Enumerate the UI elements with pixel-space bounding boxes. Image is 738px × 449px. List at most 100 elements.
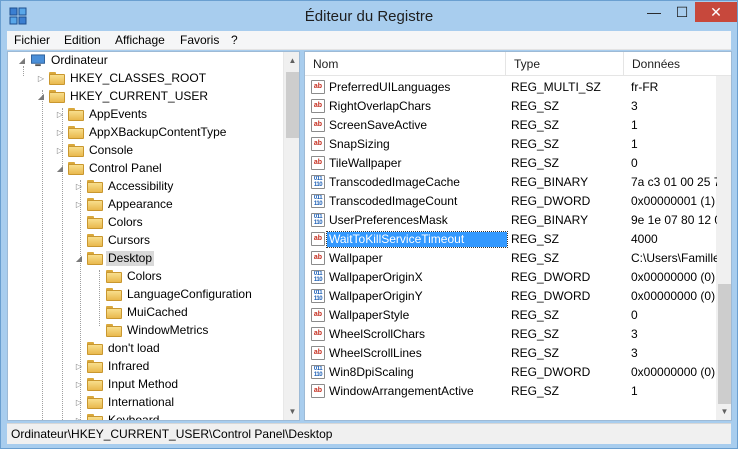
expand-arrow-icon[interactable]: ▷ <box>37 74 45 83</box>
value-row[interactable]: ab WheelScrollLines REG_SZ 3 <box>305 344 717 363</box>
tree-item[interactable]: ▷ Console <box>8 142 282 160</box>
tree-item-label[interactable]: Colors <box>125 269 164 284</box>
expand-arrow-icon[interactable]: ▷ <box>75 362 83 371</box>
tree-item-label[interactable]: Input Method <box>106 377 180 392</box>
value-name[interactable]: TranscodedImageCount <box>327 194 507 209</box>
tree-item[interactable]: ▷ Appearance <box>8 196 282 214</box>
value-name[interactable]: TileWallpaper <box>327 156 507 171</box>
tree-item[interactable]: LanguageConfiguration <box>8 286 282 304</box>
tree-item[interactable]: ▷ Input Method <box>8 376 282 394</box>
value-name[interactable]: WindowArrangementActive <box>327 384 507 399</box>
tree-item[interactable]: ◢ Desktop <box>8 250 282 268</box>
value-name[interactable]: WheelScrollChars <box>327 327 507 342</box>
value-row[interactable]: ab Wallpaper REG_SZ C:\Users\Famille <box>305 249 717 268</box>
tree-item-label[interactable]: Desktop <box>106 251 155 266</box>
menu-help[interactable]: ? <box>231 33 238 47</box>
tree-item-label[interactable]: HKEY_CURRENT_USER <box>68 89 210 104</box>
value-row[interactable]: ab WallpaperStyle REG_SZ 0 <box>305 306 717 325</box>
tree-item-label[interactable]: MuiCached <box>125 305 190 320</box>
tree-item-label[interactable]: International <box>106 395 176 410</box>
value-row[interactable]: 011 110 TranscodedImageCache REG_BINARY 7a … <box>305 173 717 192</box>
value-name[interactable]: WallpaperStyle <box>327 308 507 323</box>
tree-item[interactable]: ▷ International <box>8 394 282 412</box>
value-name[interactable]: TranscodedImageCache <box>327 175 507 190</box>
tree-item-label[interactable]: Accessibility <box>106 179 175 194</box>
maximize-button[interactable]: ☐ <box>669 2 695 22</box>
tree-scroll-thumb[interactable] <box>286 72 299 138</box>
expand-arrow-icon[interactable]: ▷ <box>75 380 83 389</box>
close-button[interactable]: ✕ <box>695 2 737 22</box>
tree-item-label[interactable]: Console <box>87 143 135 158</box>
value-row[interactable]: ab WindowArrangementActive REG_SZ 1 <box>305 382 717 401</box>
tree-item-label[interactable]: WindowMetrics <box>125 323 210 338</box>
tree-item-label[interactable]: Ordinateur <box>49 53 110 68</box>
expand-arrow-icon[interactable]: ▷ <box>56 110 64 119</box>
value-row[interactable]: ab RightOverlapChars REG_SZ 3 <box>305 97 717 116</box>
tree-item-label[interactable]: HKEY_CLASSES_ROOT <box>68 71 208 86</box>
tree-item[interactable]: don't load <box>8 340 282 358</box>
value-row[interactable]: 011 110 Win8DpiScaling REG_DWORD 0x00000000… <box>305 363 717 382</box>
scroll-down-arrow-icon[interactable]: ▼ <box>716 403 731 420</box>
tree-item-label[interactable]: Keyboard <box>106 413 161 420</box>
expand-arrow-icon[interactable]: ▷ <box>75 200 83 209</box>
key-tree-pane[interactable]: ▲ ▼ ◢ Ordinateur ▷ HKEY_CLASSES_ROOT ◢ HKEY_C… <box>7 51 300 421</box>
list-scroll-thumb[interactable] <box>718 284 731 404</box>
menu-edition[interactable]: Edition <box>64 33 101 47</box>
tree-item[interactable]: MuiCached <box>8 304 282 322</box>
tree-item[interactable]: ◢ HKEY_CURRENT_USER <box>8 88 282 106</box>
value-name[interactable]: WaitToKillServiceTimeout <box>326 231 508 248</box>
tree-item[interactable]: ▷ Infrared <box>8 358 282 376</box>
tree-item-label[interactable]: LanguageConfiguration <box>125 287 254 302</box>
tree-item-label[interactable]: AppEvents <box>87 107 149 122</box>
value-name[interactable]: Win8DpiScaling <box>327 365 507 380</box>
expand-arrow-icon[interactable]: ▷ <box>75 398 83 407</box>
value-name[interactable]: PreferredUILanguages <box>327 80 507 95</box>
tree-item[interactable]: ▷ Accessibility <box>8 178 282 196</box>
value-name[interactable]: ScreenSaveActive <box>327 118 507 133</box>
menu-fichier[interactable]: Fichier <box>14 33 50 47</box>
value-name[interactable]: RightOverlapChars <box>327 99 507 114</box>
collapse-arrow-icon[interactable]: ◢ <box>56 164 64 173</box>
tree-item[interactable]: ▷ AppEvents <box>8 106 282 124</box>
tree-item-label[interactable]: AppXBackupContentType <box>87 125 228 140</box>
value-name[interactable]: SnapSizing <box>327 137 507 152</box>
tree-item[interactable]: ▷ Keyboard <box>8 412 282 420</box>
tree-item-label[interactable]: Colors <box>106 215 145 230</box>
collapse-arrow-icon[interactable]: ◢ <box>75 254 83 263</box>
value-row[interactable]: ab WaitToKillServiceTimeout REG_SZ 4000 <box>305 230 717 249</box>
tree-item[interactable]: ◢ Ordinateur <box>8 52 282 70</box>
column-header-name[interactable]: Nom <box>305 52 506 76</box>
value-row[interactable]: ab SnapSizing REG_SZ 1 <box>305 135 717 154</box>
tree-item-label[interactable]: Control Panel <box>87 161 164 176</box>
collapse-arrow-icon[interactable]: ◢ <box>18 56 26 65</box>
tree-item[interactable]: ◢ Control Panel <box>8 160 282 178</box>
scroll-down-arrow-icon[interactable]: ▼ <box>284 403 299 420</box>
value-row[interactable]: ab WheelScrollChars REG_SZ 3 <box>305 325 717 344</box>
tree-item[interactable]: ▷ AppXBackupContentType <box>8 124 282 142</box>
value-row[interactable]: 011 110 TranscodedImageCount REG_DWORD 0x00… <box>305 192 717 211</box>
expand-arrow-icon[interactable]: ▷ <box>75 416 83 420</box>
expand-arrow-icon[interactable]: ▷ <box>75 182 83 191</box>
menu-favoris[interactable]: Favoris <box>180 33 219 47</box>
value-name[interactable]: WallpaperOriginY <box>327 289 507 304</box>
tree-item[interactable]: ▷ HKEY_CLASSES_ROOT <box>8 70 282 88</box>
expand-arrow-icon[interactable]: ▷ <box>56 128 64 137</box>
tree-item-label[interactable]: don't load <box>106 341 162 356</box>
value-name[interactable]: Wallpaper <box>327 251 507 266</box>
value-row[interactable]: 011 110 UserPreferencesMask REG_BINARY 9e 1… <box>305 211 717 230</box>
menu-affichage[interactable]: Affichage <box>115 33 165 47</box>
column-header-type[interactable]: Type <box>506 52 624 76</box>
tree-item-label[interactable]: Appearance <box>106 197 175 212</box>
minimize-button[interactable]: — <box>641 2 667 22</box>
value-name[interactable]: UserPreferencesMask <box>327 213 507 228</box>
value-row[interactable]: ab ScreenSaveActive REG_SZ 1 <box>305 116 717 135</box>
tree-item-label[interactable]: Cursors <box>106 233 152 248</box>
column-header-data[interactable]: Données <box>624 52 731 76</box>
tree-item[interactable]: Colors <box>8 214 282 232</box>
value-row[interactable]: ab TileWallpaper REG_SZ 0 <box>305 154 717 173</box>
tree-scrollbar[interactable]: ▲ ▼ <box>283 52 299 420</box>
scroll-up-arrow-icon[interactable]: ▲ <box>284 52 299 69</box>
value-row[interactable]: ab PreferredUILanguages REG_MULTI_SZ fr-FR <box>305 78 717 97</box>
values-list-pane[interactable]: Nom Type Données ▼ ab PreferredUILanguage… <box>304 51 732 421</box>
value-name[interactable]: WheelScrollLines <box>327 346 507 361</box>
